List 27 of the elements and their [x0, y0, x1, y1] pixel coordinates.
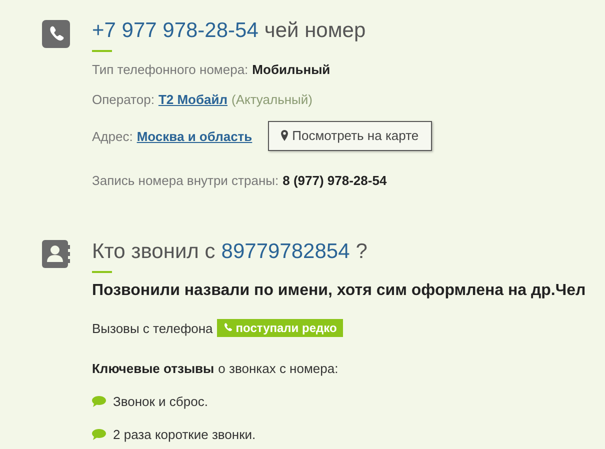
status-text: (Актуальный)	[232, 92, 312, 107]
field-value: Мобильный	[252, 62, 330, 77]
field-label: Тип телефонного номера:	[92, 62, 248, 77]
review-text: Звонок и сброс.	[113, 394, 208, 409]
phone-icon	[42, 20, 70, 48]
address-link[interactable]: Москва и область	[136, 128, 252, 144]
phone-icon	[222, 323, 233, 333]
reviews-intro: Ключевые отзывы о звонках с номера:	[92, 361, 340, 376]
phone-number: 89779782854	[221, 240, 350, 264]
heading-text: Кто звонил с	[92, 240, 216, 264]
review-headline: Позвонили назвали по имени, хотя сим оформлена на др.Чел	[92, 282, 586, 300]
field-label: Оператор:	[92, 92, 154, 107]
speech-bubble-icon	[92, 429, 106, 440]
field-label: Вызовы с телефона	[92, 320, 213, 336]
field-label: Запись номера внутри страны:	[92, 173, 279, 188]
field-label: Адрес:	[92, 128, 133, 144]
frequency-badge: поступали редко	[216, 319, 343, 337]
map-button[interactable]: Посмотреть на карте	[268, 121, 432, 151]
review-text: 2 раза короткие звонки.	[113, 427, 256, 442]
operator-link[interactable]: Т2 Мобайл	[158, 92, 228, 107]
speech-bubble-icon	[92, 396, 106, 407]
phone-number: +7 977 978-28-54	[92, 19, 258, 43]
field-value: 8 (977) 978-28-54	[282, 173, 387, 188]
question-mark: ?	[356, 240, 368, 264]
map-pin-icon	[281, 130, 288, 141]
heading-text: чей номер	[264, 19, 366, 43]
contact-book-icon	[42, 240, 70, 268]
